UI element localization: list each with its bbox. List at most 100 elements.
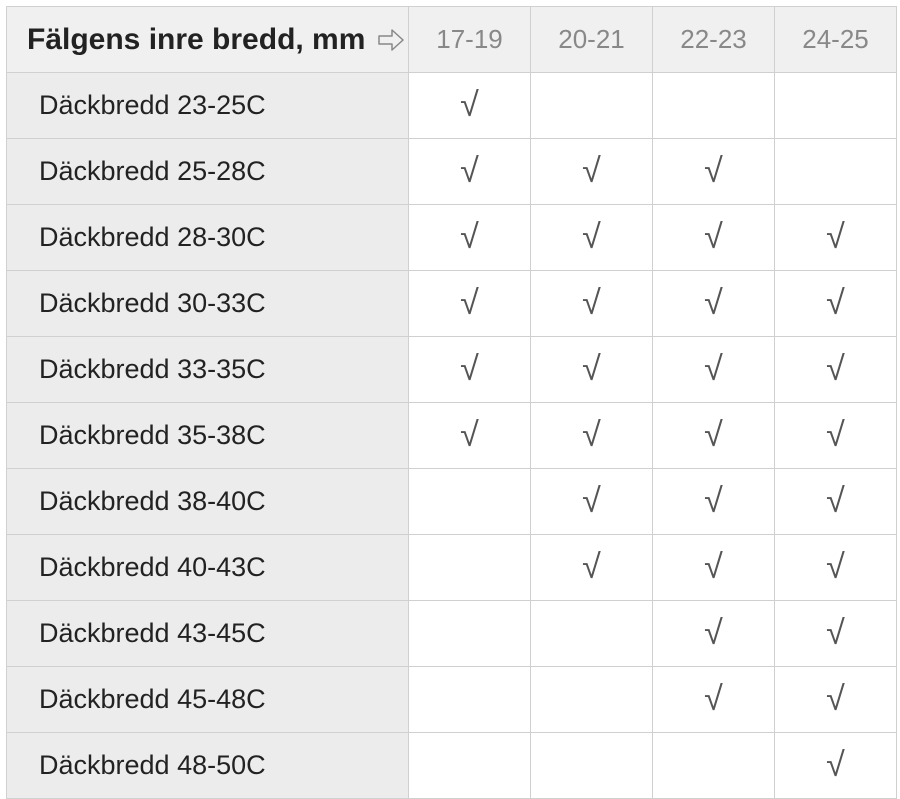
table-row: Däckbredd 43-45C √ √ xyxy=(7,601,897,667)
checkmark-icon: √ xyxy=(826,548,845,586)
checkmark-icon: √ xyxy=(460,284,479,322)
table-row: Däckbredd 40-43C √ √ √ xyxy=(7,535,897,601)
data-cell: √ xyxy=(775,271,897,337)
column-header-label: 22-23 xyxy=(680,24,747,54)
data-cell: √ xyxy=(775,337,897,403)
table-row: Däckbredd 35-38C √ √ √ √ xyxy=(7,403,897,469)
checkmark-icon: √ xyxy=(704,152,723,190)
data-cell: √ xyxy=(409,73,531,139)
data-cell: √ xyxy=(653,469,775,535)
data-cell xyxy=(409,667,531,733)
data-cell xyxy=(531,733,653,799)
data-cell: √ xyxy=(653,667,775,733)
row-header-cell: Däckbredd 40-43C xyxy=(7,535,409,601)
checkmark-icon: √ xyxy=(704,218,723,256)
checkmark-icon: √ xyxy=(704,416,723,454)
corner-header-cell: Fälgens inre bredd, mm xyxy=(7,7,409,73)
checkmark-icon: √ xyxy=(704,482,723,520)
table-row: Däckbredd 23-25C √ xyxy=(7,73,897,139)
table-row: Däckbredd 33-35C √ √ √ √ xyxy=(7,337,897,403)
data-cell: √ xyxy=(409,205,531,271)
checkmark-icon: √ xyxy=(582,284,601,322)
data-cell: √ xyxy=(409,271,531,337)
data-cell: √ xyxy=(775,733,897,799)
table-row: Däckbredd 25-28C √ √ √ xyxy=(7,139,897,205)
data-cell: √ xyxy=(409,403,531,469)
data-cell: √ xyxy=(531,271,653,337)
checkmark-icon: √ xyxy=(582,350,601,388)
column-header: 22-23 xyxy=(653,7,775,73)
data-cell: √ xyxy=(531,139,653,205)
corner-header-label: Fälgens inre bredd, mm xyxy=(27,23,365,57)
checkmark-icon: √ xyxy=(826,746,845,784)
row-header-label: Däckbredd 38-40C xyxy=(39,486,266,516)
row-header-label: Däckbredd 25-28C xyxy=(39,156,266,186)
data-cell: √ xyxy=(653,139,775,205)
data-cell xyxy=(409,733,531,799)
table-row: Däckbredd 28-30C √ √ √ √ xyxy=(7,205,897,271)
row-header-cell: Däckbredd 43-45C xyxy=(7,601,409,667)
data-cell xyxy=(409,601,531,667)
row-header-label: Däckbredd 30-33C xyxy=(39,288,266,318)
data-cell: √ xyxy=(775,667,897,733)
data-cell xyxy=(531,667,653,733)
column-header-label: 20-21 xyxy=(558,24,625,54)
row-header-cell: Däckbredd 25-28C xyxy=(7,139,409,205)
row-header-cell: Däckbredd 23-25C xyxy=(7,73,409,139)
checkmark-icon: √ xyxy=(704,350,723,388)
data-cell: √ xyxy=(775,601,897,667)
row-header-label: Däckbredd 43-45C xyxy=(39,618,266,648)
row-header-label: Däckbredd 33-35C xyxy=(39,354,266,384)
checkmark-icon: √ xyxy=(826,416,845,454)
data-cell: √ xyxy=(531,535,653,601)
checkmark-icon: √ xyxy=(826,482,845,520)
data-cell: √ xyxy=(653,535,775,601)
data-cell xyxy=(531,601,653,667)
arrow-right-icon xyxy=(377,28,405,52)
data-cell xyxy=(775,139,897,205)
row-header-cell: Däckbredd 35-38C xyxy=(7,403,409,469)
checkmark-icon: √ xyxy=(582,152,601,190)
checkmark-icon: √ xyxy=(826,614,845,652)
checkmark-icon: √ xyxy=(582,416,601,454)
data-cell: √ xyxy=(653,271,775,337)
data-cell: √ xyxy=(653,601,775,667)
checkmark-icon: √ xyxy=(460,416,479,454)
data-cell: √ xyxy=(409,337,531,403)
table-row: Däckbredd 30-33C √ √ √ √ xyxy=(7,271,897,337)
checkmark-icon: √ xyxy=(826,218,845,256)
table-header-row: Fälgens inre bredd, mm 17-19 20-21 22-23 xyxy=(7,7,897,73)
data-cell: √ xyxy=(531,205,653,271)
checkmark-icon: √ xyxy=(460,218,479,256)
data-cell xyxy=(653,73,775,139)
row-header-label: Däckbredd 48-50C xyxy=(39,750,266,780)
checkmark-icon: √ xyxy=(582,218,601,256)
checkmark-icon: √ xyxy=(704,614,723,652)
checkmark-icon: √ xyxy=(582,482,601,520)
row-header-cell: Däckbredd 28-30C xyxy=(7,205,409,271)
row-header-cell: Däckbredd 48-50C xyxy=(7,733,409,799)
data-cell: √ xyxy=(775,469,897,535)
row-header-label: Däckbredd 35-38C xyxy=(39,420,266,450)
checkmark-icon: √ xyxy=(826,350,845,388)
row-header-label: Däckbredd 40-43C xyxy=(39,552,266,582)
data-cell xyxy=(531,73,653,139)
checkmark-icon: √ xyxy=(704,680,723,718)
data-cell xyxy=(653,733,775,799)
column-header: 24-25 xyxy=(775,7,897,73)
checkmark-icon: √ xyxy=(460,86,479,124)
column-header-label: 24-25 xyxy=(802,24,869,54)
data-cell: √ xyxy=(409,139,531,205)
table-row: Däckbredd 48-50C √ xyxy=(7,733,897,799)
row-header-label: Däckbredd 45-48C xyxy=(39,684,266,714)
row-header-cell: Däckbredd 38-40C xyxy=(7,469,409,535)
data-cell xyxy=(409,535,531,601)
row-header-cell: Däckbredd 45-48C xyxy=(7,667,409,733)
checkmark-icon: √ xyxy=(582,548,601,586)
row-header-cell: Däckbredd 33-35C xyxy=(7,337,409,403)
checkmark-icon: √ xyxy=(826,284,845,322)
checkmark-icon: √ xyxy=(704,284,723,322)
data-cell: √ xyxy=(531,469,653,535)
checkmark-icon: √ xyxy=(704,548,723,586)
checkmark-icon: √ xyxy=(826,680,845,718)
